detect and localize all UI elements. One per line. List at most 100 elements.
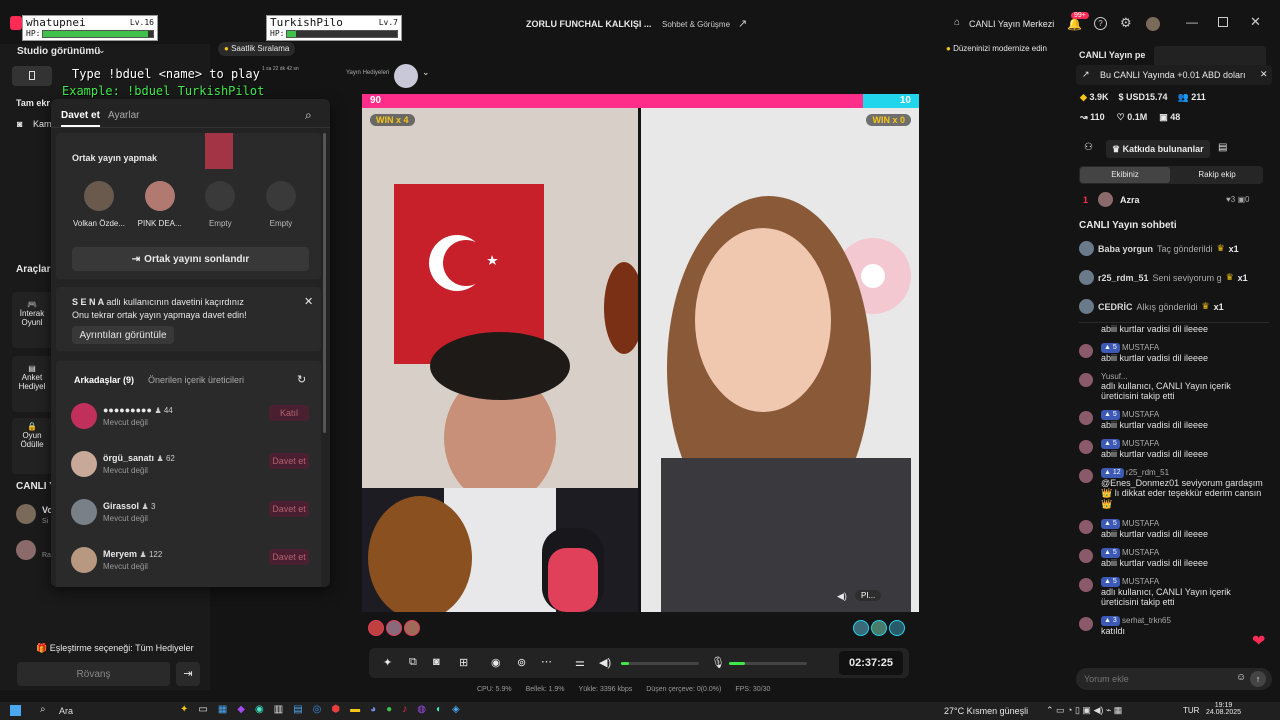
edge-icon[interactable]: ◉ <box>255 704 264 715</box>
live-center-link[interactable]: CANLI Yayın Merkezi <box>969 19 1054 29</box>
screen-share-icon[interactable]: ⧉ <box>409 656 417 669</box>
share-icon[interactable]: ↗ <box>738 17 747 30</box>
folder-icon[interactable]: ▬ <box>350 704 360 715</box>
profile-avatar[interactable] <box>1146 17 1160 31</box>
chat-user[interactable]: r25_rdm_51 <box>1126 468 1169 477</box>
mobile-view-button[interactable] <box>12 66 52 86</box>
volume-icon[interactable]: ◀) <box>599 656 611 669</box>
weather[interactable]: 27°C Kısmen güneşli <box>944 706 1028 716</box>
end-cohost-button[interactable]: ⇥ Ortak yayını sonlandır <box>72 247 309 271</box>
record-icon[interactable]: ◉ <box>491 656 501 669</box>
app-icon[interactable]: ◍ <box>417 704 426 715</box>
language-indicator[interactable]: TUR <box>1183 706 1199 715</box>
app-icon[interactable]: ▤ <box>293 704 302 715</box>
camera-label[interactable]: Kam <box>33 119 52 129</box>
invite-button[interactable]: Katıl <box>269 405 309 421</box>
interactive-games-tool[interactable]: 🎮 İnterak Oyunl <box>12 292 52 348</box>
opponent-tag[interactable]: PI... <box>855 590 882 601</box>
list-icon[interactable]: ▤ <box>1218 142 1227 153</box>
edge-browser-icon[interactable]: ◎ <box>313 704 322 715</box>
rematch-button[interactable]: Rövanş <box>17 662 170 686</box>
hourly-rank-chip[interactable]: ● Saatlik Sıralama <box>218 42 296 56</box>
studio-view-label[interactable]: Studio görünümü <box>17 46 100 57</box>
modernize-chip[interactable]: ● Düzeninizi modernize edin <box>946 42 1047 56</box>
clock[interactable]: 19:19 24.08.2025 <box>1206 702 1241 716</box>
chat-user[interactable]: MUSTAFA <box>1122 577 1159 586</box>
tab-invite[interactable]: Davet et <box>61 110 100 127</box>
app-icon[interactable]: ▥ <box>274 704 283 715</box>
gift-user[interactable]: r25_rdm_51 <box>1098 273 1149 283</box>
chat-user[interactable]: MUSTAFA <box>1122 410 1159 419</box>
cohost-slot[interactable]: Empty <box>252 181 310 228</box>
chat-user[interactable]: MUSTAFA <box>1122 548 1159 557</box>
search-icon[interactable]: ⌕ <box>305 108 312 123</box>
contributors-button[interactable]: ♛ Katkıda bulunanlar <box>1106 140 1210 158</box>
stream-category[interactable]: Sohbet & Görüşme <box>662 20 730 29</box>
taskbar-search[interactable]: Ara <box>59 706 73 716</box>
chat-user[interactable]: serhat_trkn65 <box>1122 616 1171 625</box>
cohost-slot[interactable]: Volkan Özde... <box>70 181 128 228</box>
cohost-slot[interactable]: PINK DEA... <box>131 181 189 228</box>
chat-user[interactable]: MUSTAFA <box>1122 439 1159 448</box>
spotify-icon[interactable]: ● <box>386 704 392 715</box>
mic-icon[interactable]: 🎙 <box>711 656 725 669</box>
stream-title[interactable]: ZORLU FUNCHAL KALKIŞI ... <box>526 19 651 29</box>
tab-rival-team[interactable]: Rakip ekip <box>1172 167 1262 183</box>
send-icon[interactable]: ↑ <box>1250 671 1266 687</box>
chat-user[interactable]: MUSTAFA <box>1122 519 1159 528</box>
capture-icon[interactable]: ⊚ <box>517 656 526 669</box>
widget-icon[interactable]: ✦ <box>180 704 188 715</box>
emoji-icon[interactable]: ☺ <box>1236 672 1246 683</box>
close-icon[interactable]: ✕ <box>1260 69 1268 80</box>
invite-button[interactable]: Davet et <box>269 501 309 517</box>
gift-user[interactable]: CEDRİC <box>1098 302 1133 312</box>
gift-user[interactable]: Baba yorgun <box>1098 244 1153 254</box>
speaker-icon[interactable]: ◀) <box>837 591 847 602</box>
mic-slider[interactable] <box>729 662 807 665</box>
chevron-down-icon[interactable]: ⌄ <box>422 67 430 78</box>
add-user-icon[interactable]: ⚇ <box>1084 142 1093 153</box>
match-option-label[interactable]: 🎁 Eşleştirme seçeneği: Tüm Hediyeler <box>36 643 194 654</box>
tab-friends[interactable]: Arkadaşlar (9) <box>74 375 134 385</box>
store-icon[interactable]: ▦ <box>218 704 227 715</box>
home-icon[interactable]: ⌂ <box>954 17 960 28</box>
minimize-icon[interactable]: — <box>1186 15 1198 29</box>
camera-icon[interactable]: ◙ <box>433 656 440 668</box>
poll-tool[interactable]: ▤ Anket Hediyel <box>12 356 52 412</box>
copilot-icon[interactable]: ◆ <box>237 704 245 715</box>
system-tray[interactable]: ⌃ ▭ ◔ ▯ ▣ ◀) ⌁ ▦ <box>1046 705 1122 716</box>
invite-button[interactable]: Davet et <box>269 549 309 565</box>
tab-settings[interactable]: Ayarlar <box>108 110 140 121</box>
app-icon[interactable]: ⬢ <box>331 704 340 715</box>
tiktok-icon[interactable]: ♪ <box>402 704 407 715</box>
heart-icon[interactable]: ❤ <box>1252 631 1265 651</box>
cohost-slot[interactable]: Empty <box>191 181 249 228</box>
bell-icon[interactable]: 🔔 <box>1067 17 1082 31</box>
app-icon[interactable]: ◈ <box>452 704 460 715</box>
close-icon[interactable]: ✕ <box>1250 14 1261 30</box>
maximize-icon[interactable] <box>1218 17 1228 27</box>
tab-your-team[interactable]: Ekibiniz <box>1080 167 1170 183</box>
refresh-icon[interactable]: ↻ <box>297 373 306 386</box>
gear-icon[interactable]: ⚙ <box>1120 15 1132 31</box>
invite-button[interactable]: Davet et <box>269 453 309 469</box>
effects-icon[interactable]: ✦ <box>383 656 392 669</box>
settings-sliders-icon[interactable]: ⚌ <box>575 656 585 669</box>
close-icon[interactable]: ✕ <box>304 295 313 308</box>
top-user-name[interactable]: Azra <box>1120 195 1140 205</box>
scrollbar[interactable] <box>323 133 326 433</box>
chevron-down-icon[interactable]: ⌄ <box>98 45 106 56</box>
windows-start-icon[interactable] <box>10 705 21 716</box>
volume-slider[interactable] <box>621 662 699 665</box>
help-icon[interactable]: ? <box>1094 17 1107 30</box>
discord-icon[interactable]: ◕ <box>370 704 376 715</box>
gifts-chip[interactable]: Yayın Hediyeleri <box>346 70 389 76</box>
view-details-button[interactable]: Ayrıntıları görüntüle <box>72 326 174 344</box>
add-source-icon[interactable]: ⊞ <box>459 656 468 669</box>
chat-user[interactable]: MUSTAFA <box>1122 343 1159 352</box>
chat-user[interactable]: Yusuf... <box>1101 372 1128 381</box>
tab-suggested[interactable]: Önerilen içerik üreticileri <box>148 375 244 385</box>
chrome-icon[interactable]: ◐ <box>436 704 442 715</box>
exit-battle-icon[interactable]: ⇥ <box>176 662 200 686</box>
task-view-icon[interactable]: ▭ <box>198 704 207 715</box>
